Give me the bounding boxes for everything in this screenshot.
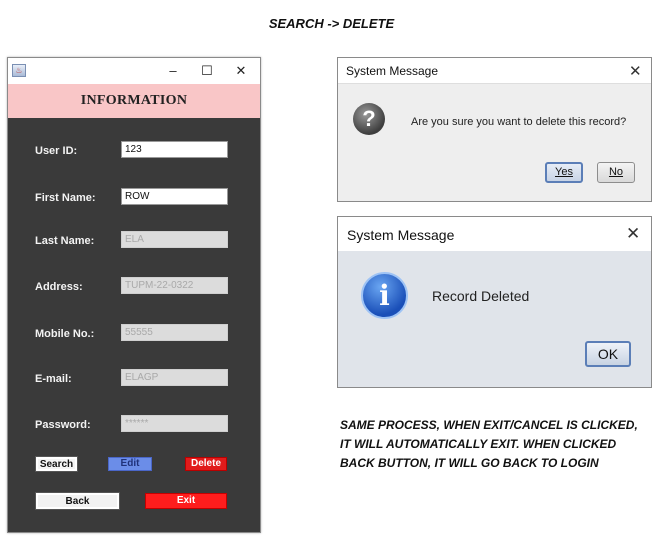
dialog-titlebar: System Message ✕ bbox=[338, 217, 651, 251]
deleted-message: Record Deleted bbox=[432, 288, 530, 304]
maximize-button[interactable]: ☐ bbox=[192, 61, 222, 81]
search-button[interactable]: Search bbox=[35, 456, 78, 472]
note-line: BACK BUTTON, IT WILL GO BACK TO LOGIN bbox=[340, 456, 599, 470]
first-name-label: First Name: bbox=[35, 192, 96, 204]
page-heading: SEARCH -> DELETE bbox=[268, 16, 395, 31]
information-window: ♨ – ☐ ✕ INFORMATION User ID: 123 First N… bbox=[7, 57, 261, 533]
ok-button[interactable]: OK bbox=[585, 341, 631, 367]
note-line: IT WILL AUTOMATICALLY EXIT. WHEN CLICKED bbox=[340, 437, 617, 451]
note-line: SAME PROCESS, WHEN EXIT/CANCEL IS CLICKE… bbox=[340, 418, 638, 432]
record-deleted-dialog: System Message ✕ i Record Deleted OK bbox=[337, 216, 652, 388]
confirm-delete-dialog: System Message ✕ ? Are you sure you want… bbox=[337, 57, 652, 202]
dialog-title: System Message bbox=[346, 64, 439, 78]
last-name-label: Last Name: bbox=[35, 235, 95, 247]
mobile-no-field[interactable]: 55555 bbox=[121, 324, 228, 341]
password-field[interactable]: ****** bbox=[121, 415, 228, 432]
yes-button-label: Yes bbox=[555, 166, 573, 178]
information-title: INFORMATION bbox=[80, 93, 188, 108]
email-field[interactable]: ELAGP bbox=[121, 369, 228, 386]
info-icon: i bbox=[361, 272, 408, 319]
delete-button[interactable]: Delete bbox=[185, 457, 227, 471]
user-id-field[interactable]: 123 bbox=[121, 141, 228, 158]
no-button-label: No bbox=[608, 166, 624, 178]
minimize-button[interactable]: – bbox=[158, 61, 188, 81]
edit-button[interactable]: Edit bbox=[108, 457, 152, 471]
address-field[interactable]: TUPM-22-0322 bbox=[121, 277, 228, 294]
confirm-message: Are you sure you want to delete this rec… bbox=[411, 116, 627, 128]
instruction-note: SAME PROCESS, WHEN EXIT/CANCEL IS CLICKE… bbox=[340, 416, 660, 473]
close-button[interactable]: ✕ bbox=[226, 61, 256, 81]
no-button[interactable]: No bbox=[597, 162, 635, 183]
exit-button[interactable]: Exit bbox=[145, 493, 227, 509]
first-name-field[interactable]: ROW bbox=[121, 188, 228, 205]
question-icon: ? bbox=[353, 103, 385, 135]
last-name-field[interactable]: ELA bbox=[121, 231, 228, 248]
dialog-title: System Message bbox=[347, 227, 455, 243]
user-id-label: User ID: bbox=[35, 145, 78, 157]
java-app-icon: ♨ bbox=[12, 64, 26, 77]
close-icon[interactable]: ✕ bbox=[629, 62, 642, 80]
back-button[interactable]: Back bbox=[35, 492, 120, 510]
information-banner: INFORMATION bbox=[8, 84, 260, 118]
email-label: E-mail: bbox=[35, 373, 72, 385]
mobile-no-label: Mobile No.: bbox=[35, 328, 95, 340]
dialog-titlebar: System Message ✕ bbox=[338, 58, 651, 84]
window-titlebar: ♨ – ☐ ✕ bbox=[8, 58, 260, 84]
address-label: Address: bbox=[35, 281, 83, 293]
close-icon[interactable]: ✕ bbox=[626, 224, 640, 244]
yes-button[interactable]: Yes bbox=[545, 162, 583, 183]
password-label: Password: bbox=[35, 419, 91, 431]
